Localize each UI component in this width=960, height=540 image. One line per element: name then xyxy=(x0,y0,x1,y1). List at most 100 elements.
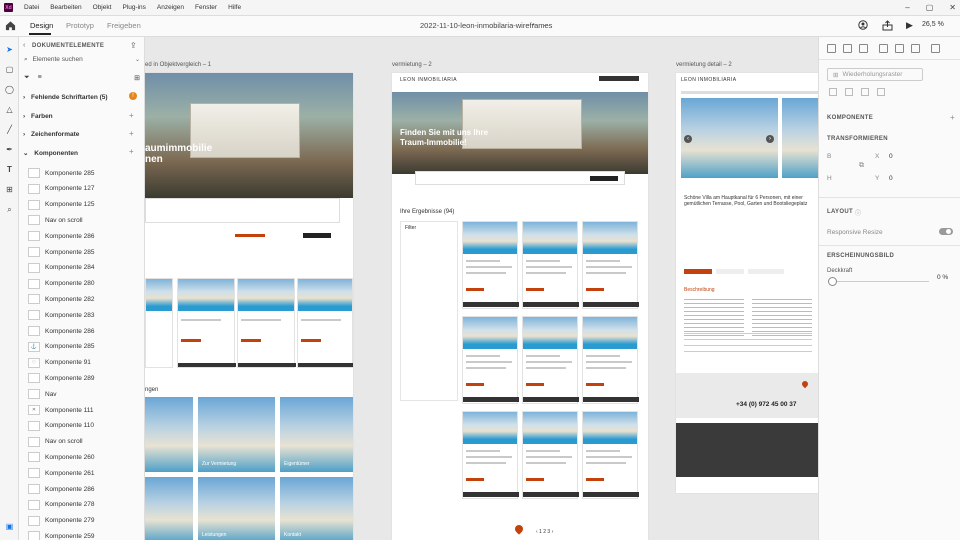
missing-fonts-section[interactable]: › Fehlende Schriftarten (5) xyxy=(23,94,108,101)
property-card[interactable] xyxy=(462,316,519,404)
component-item[interactable]: Komponente 260 xyxy=(28,450,140,464)
component-item[interactable]: Komponente 278 xyxy=(28,498,140,512)
align-bottom-icon[interactable] xyxy=(911,44,920,53)
component-item[interactable]: Komponente 282 xyxy=(28,292,140,306)
component-item[interactable]: Komponente 286 xyxy=(28,229,140,243)
opacity-slider[interactable] xyxy=(833,281,929,282)
lock-aspect-icon[interactable]: ⧉ xyxy=(859,162,864,170)
polygon-tool-icon[interactable]: △ xyxy=(4,104,15,115)
property-card[interactable] xyxy=(522,221,579,309)
property-card[interactable] xyxy=(237,278,296,368)
menu-bearbeiten[interactable]: Bearbeiten xyxy=(50,4,81,11)
home-icon[interactable] xyxy=(5,20,16,31)
close-icon[interactable]: ✕ xyxy=(949,3,956,12)
char-styles-section[interactable]: › Zeichenformate xyxy=(23,131,79,138)
component-item[interactable]: Komponente 280 xyxy=(28,277,140,291)
property-card[interactable] xyxy=(582,316,639,404)
artboard-rental-detail[interactable]: LEON INMOBILIARIA ‹ › Schöne Villa am Ha… xyxy=(676,73,818,493)
select-tool-icon[interactable]: ➤ xyxy=(4,44,15,55)
component-item[interactable]: Nav on scroll xyxy=(28,213,140,227)
menu-datei[interactable]: Datei xyxy=(24,4,39,11)
export-icon[interactable]: ⇪ xyxy=(130,41,137,50)
component-item[interactable]: Komponente 127 xyxy=(28,182,140,196)
component-item[interactable]: Komponente 259 xyxy=(28,529,140,540)
menu-plugins[interactable]: Plug-ins xyxy=(122,4,145,11)
search-button[interactable] xyxy=(303,233,331,238)
text-tool-icon[interactable]: T xyxy=(4,164,15,175)
add-component-state-icon[interactable]: + xyxy=(950,113,955,122)
component-item[interactable]: Komponente 286 xyxy=(28,482,140,496)
tab-active[interactable] xyxy=(684,269,712,274)
distribute-icon[interactable] xyxy=(931,44,940,53)
artboard-rental-list[interactable]: LEON INMOBILIARIA Finden Sie mit uns Ihr… xyxy=(392,73,648,540)
view-toggle-icon[interactable]: ⊞ xyxy=(134,74,140,82)
minimize-icon[interactable]: – xyxy=(905,3,909,12)
component-item[interactable]: Nav xyxy=(28,387,140,401)
add-char-style-icon[interactable]: + xyxy=(129,129,134,138)
component-item[interactable]: Komponente 279 xyxy=(28,514,140,528)
tab[interactable] xyxy=(748,269,784,274)
chevron-left-icon[interactable]: ‹ xyxy=(684,135,692,143)
component-item[interactable]: Komponente 284 xyxy=(28,261,140,275)
tab-share[interactable]: Freigeben xyxy=(107,21,141,30)
price-slider[interactable] xyxy=(235,234,265,237)
add-component-icon[interactable]: + xyxy=(129,147,134,156)
property-card[interactable] xyxy=(582,411,639,499)
tab-design[interactable]: Design xyxy=(30,21,53,30)
category-tile[interactable]: Kontakt xyxy=(280,477,353,540)
property-card[interactable] xyxy=(462,411,519,499)
opacity-slider-handle[interactable] xyxy=(828,277,837,286)
opacity-value[interactable]: 0 % xyxy=(937,274,948,281)
category-tile[interactable]: Eigentümer xyxy=(280,397,353,472)
property-card[interactable] xyxy=(582,221,639,309)
chevron-down-icon[interactable]: ⌄ xyxy=(135,56,140,63)
artboard-label[interactable]: vermietung detail – 2 xyxy=(676,62,732,68)
pen-tool-icon[interactable]: ✒ xyxy=(4,144,15,155)
boolean-add-icon[interactable] xyxy=(829,88,837,96)
align-center-icon[interactable] xyxy=(843,44,852,53)
chevron-right-icon[interactable]: › xyxy=(766,135,774,143)
align-left-icon[interactable] xyxy=(827,44,836,53)
component-item[interactable]: Komponente 125 xyxy=(28,198,140,212)
category-tile[interactable]: Leistungen xyxy=(198,477,275,540)
site-nav[interactable] xyxy=(681,91,818,94)
menu-fenster[interactable]: Fenster xyxy=(195,4,217,11)
align-right-icon[interactable] xyxy=(859,44,868,53)
zoom-level[interactable]: 26,5 % xyxy=(922,21,944,28)
align-top-icon[interactable] xyxy=(879,44,888,53)
search-bar[interactable] xyxy=(145,198,340,223)
search-button[interactable] xyxy=(590,176,618,181)
component-item[interactable]: Komponente 285 xyxy=(28,166,140,180)
zoom-tool-icon[interactable]: ⌕ xyxy=(4,204,15,215)
property-card[interactable] xyxy=(177,278,236,368)
repeat-grid-button[interactable]: ⊞ Wiederholungsraster xyxy=(827,68,923,81)
align-middle-icon[interactable] xyxy=(895,44,904,53)
tab[interactable] xyxy=(716,269,744,274)
component-item[interactable]: Nav on scroll xyxy=(28,435,140,449)
filter-icon[interactable]: ⏷ xyxy=(24,74,30,81)
add-color-icon[interactable]: + xyxy=(129,111,134,120)
component-item[interactable]: Komponente 285 xyxy=(28,245,140,259)
component-item[interactable]: ⚓ Komponente 285 xyxy=(28,340,140,354)
sort-icon[interactable]: ≡ xyxy=(38,74,42,81)
boolean-intersect-icon[interactable] xyxy=(861,88,869,96)
artboard-tool-icon[interactable]: ⊞ xyxy=(4,184,15,195)
line-tool-icon[interactable]: ╱ xyxy=(4,124,15,135)
component-item[interactable]: Komponente 283 xyxy=(28,308,140,322)
boolean-subtract-icon[interactable] xyxy=(845,88,853,96)
property-card[interactable] xyxy=(462,221,519,309)
components-section[interactable]: ⌄ Komponenten xyxy=(23,149,78,157)
component-item[interactable]: Komponente 286 xyxy=(28,324,140,338)
component-item[interactable]: Komponente 110 xyxy=(28,419,140,433)
x-value[interactable]: 0 xyxy=(889,153,893,160)
chevron-down-icon[interactable]: ⌄ xyxy=(542,21,547,28)
y-value[interactable]: 0 xyxy=(889,175,893,182)
category-tile[interactable] xyxy=(145,397,193,472)
property-card[interactable] xyxy=(297,278,353,368)
canvas[interactable]: ed in Objektvergleich – 1 aumimmobilie n… xyxy=(145,37,818,540)
menu-hilfe[interactable]: Hilfe xyxy=(228,4,241,11)
component-item[interactable]: ♡ Komponente 91 xyxy=(28,356,140,370)
property-card[interactable] xyxy=(522,316,579,404)
component-item[interactable]: Komponente 261 xyxy=(28,466,140,480)
user-icon[interactable] xyxy=(858,20,868,30)
